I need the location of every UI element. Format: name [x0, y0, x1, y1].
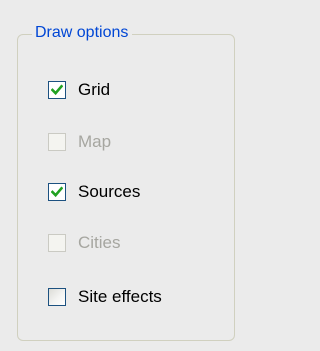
- cities-label: Cities: [78, 233, 121, 252]
- checkbox-box[interactable]: [48, 288, 66, 306]
- map-checkbox: Map: [48, 130, 111, 154]
- grid-checkbox[interactable]: Grid: [48, 78, 110, 102]
- checkbox-box[interactable]: [48, 81, 66, 99]
- map-label: Map: [78, 132, 112, 151]
- site-effects-checkbox[interactable]: Site effects: [48, 285, 162, 309]
- check-mark-icon: [51, 186, 63, 198]
- check-mark-icon: [51, 84, 63, 96]
- cities-checkbox: Cities: [48, 231, 121, 255]
- site-effects-label: Site effects: [78, 287, 162, 306]
- checkbox-box: [48, 234, 66, 252]
- sources-label: Sources: [78, 182, 141, 201]
- checkbox-box[interactable]: [48, 183, 66, 201]
- sources-checkbox[interactable]: Sources: [48, 180, 140, 204]
- checkbox-box: [48, 133, 66, 151]
- draw-options-title: Draw options: [32, 22, 133, 44]
- grid-label: Grid: [78, 80, 111, 99]
